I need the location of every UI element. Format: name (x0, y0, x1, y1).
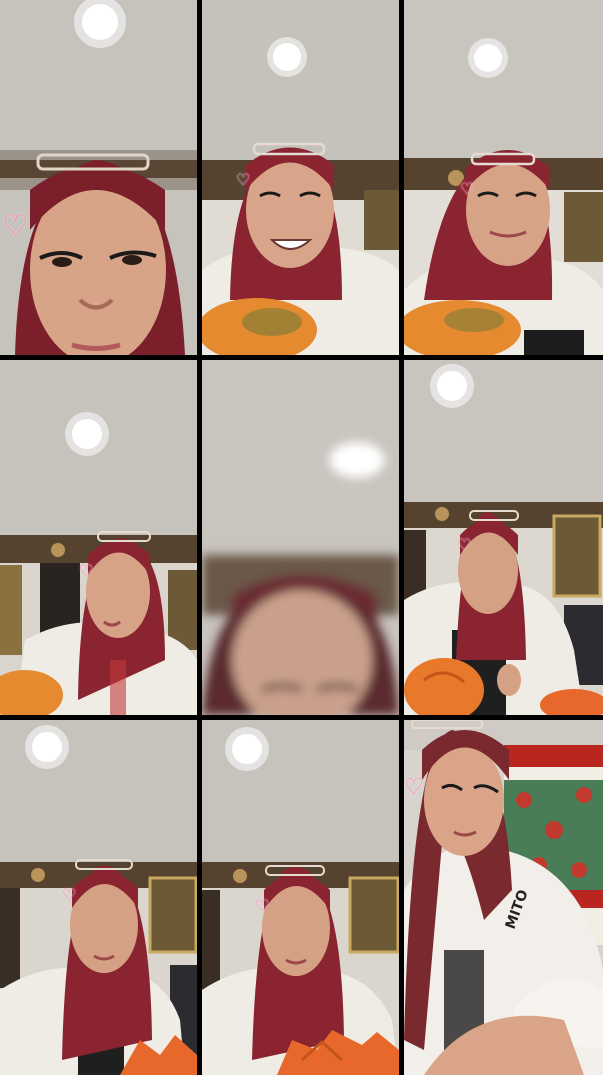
heart-icon: ♡ (255, 896, 270, 915)
frame-9-image: MITO (404, 720, 603, 1075)
heart-icon: ♡ (404, 775, 424, 800)
frame-7-image (0, 720, 197, 1075)
video-frame-2[interactable]: ♡ (202, 0, 399, 355)
frame-8-image (202, 720, 399, 1075)
heart-icon: ♡ (79, 561, 94, 580)
video-frame-grid: ♡ ♡ ♡ ♡ ♡ ♡ ♡ MITO ♡ (0, 0, 603, 1075)
frame-1-image (0, 0, 197, 355)
video-frame-9[interactable]: MITO ♡ (404, 720, 603, 1075)
video-frame-4[interactable]: ♡ (0, 360, 197, 715)
video-frame-3[interactable]: ♡ (404, 0, 603, 355)
frame-2-image (202, 0, 399, 355)
video-frame-8[interactable]: ♡ (202, 720, 399, 1075)
heart-icon: ♡ (62, 885, 77, 904)
frame-4-image (0, 360, 197, 715)
heart-icon: ♡ (457, 535, 472, 554)
heart-icon: ♡ (2, 209, 29, 244)
video-frame-5[interactable] (202, 360, 399, 715)
frame-6-image (404, 360, 603, 715)
video-frame-1[interactable]: ♡ (0, 0, 197, 355)
heart-icon: ♡ (236, 170, 251, 189)
video-frame-7[interactable]: ♡ (0, 720, 197, 1075)
video-frame-6[interactable]: ♡ (404, 360, 603, 715)
frame-5-image (202, 360, 399, 715)
frame-3-image (404, 0, 603, 355)
heart-icon: ♡ (460, 179, 475, 198)
